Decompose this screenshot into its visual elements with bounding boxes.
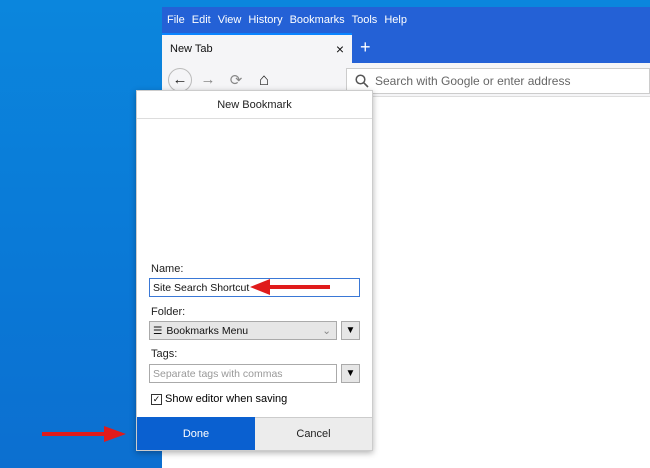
tab-title: New Tab xyxy=(170,43,213,55)
dialog-buttons: Done Cancel xyxy=(137,417,372,450)
menu-tools[interactable]: Tools xyxy=(352,14,378,26)
done-button[interactable]: Done xyxy=(137,417,255,450)
reload-icon[interactable]: ⟳ xyxy=(224,68,248,92)
show-editor-label: Show editor when saving xyxy=(165,393,288,405)
back-icon[interactable]: ← xyxy=(168,67,192,92)
show-editor-checkbox[interactable]: ✓ Show editor when saving xyxy=(151,393,287,405)
new-bookmark-dialog: New Bookmark Name: Site Search Shortcut … xyxy=(136,90,373,451)
chevron-down-icon: ⌄ xyxy=(322,324,331,337)
name-label: Name: xyxy=(151,263,184,275)
url-placeholder: Search with Google or enter address xyxy=(375,74,571,88)
tab-new-tab[interactable]: New Tab × xyxy=(162,33,352,63)
menu-help[interactable]: Help xyxy=(384,14,407,26)
forward-icon[interactable]: → xyxy=(196,68,220,92)
folder-expand-button[interactable]: ▼ xyxy=(341,321,360,340)
menu-bookmarks[interactable]: Bookmarks xyxy=(290,14,345,26)
menu-bar: File Edit View History Bookmarks Tools H… xyxy=(162,7,650,33)
menu-view[interactable]: View xyxy=(218,14,242,26)
checkbox-icon: ✓ xyxy=(151,393,162,405)
tags-label: Tags: xyxy=(151,348,178,360)
tags-expand-button[interactable]: ▼ xyxy=(341,364,360,383)
folder-select[interactable]: ☰ Bookmarks Menu ⌄ xyxy=(149,321,337,340)
menu-edit[interactable]: Edit xyxy=(192,14,211,26)
url-bar[interactable]: Search with Google or enter address xyxy=(346,68,650,94)
tab-bar: New Tab × + xyxy=(162,33,650,63)
plus-icon[interactable]: + xyxy=(360,37,371,58)
tags-input[interactable]: Separate tags with commas xyxy=(149,364,337,383)
folder-value: Bookmarks Menu xyxy=(166,324,249,337)
folder-label: Folder: xyxy=(151,306,186,318)
red-arrow-name xyxy=(250,279,330,295)
search-icon xyxy=(355,74,369,88)
red-arrow-done xyxy=(42,426,126,442)
home-icon[interactable]: ⌂ xyxy=(252,68,276,92)
chevron-down-icon: ▼ xyxy=(345,325,356,336)
chevron-down-icon: ▼ xyxy=(345,368,356,379)
dialog-title: New Bookmark xyxy=(137,91,372,119)
menu-file[interactable]: File xyxy=(167,14,185,26)
cancel-button[interactable]: Cancel xyxy=(255,417,372,450)
close-icon[interactable]: × xyxy=(336,41,344,57)
menu-history[interactable]: History xyxy=(248,14,282,26)
bookmarks-menu-icon: ☰ xyxy=(153,324,163,337)
